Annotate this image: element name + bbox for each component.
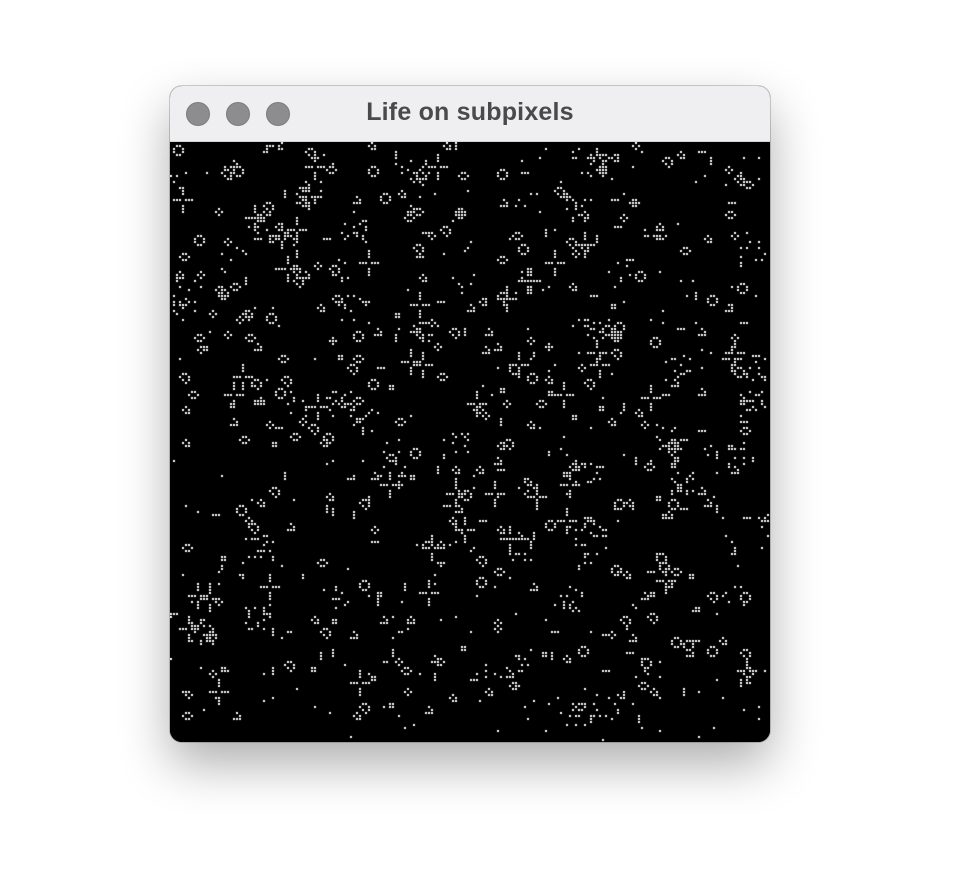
life-grid-canvas[interactable]: [170, 142, 770, 742]
app-window: Life on subpixels: [170, 86, 770, 742]
window-title: Life on subpixels: [366, 98, 574, 126]
life-grid-area[interactable]: [170, 142, 770, 742]
title-bar[interactable]: Life on subpixels: [170, 86, 770, 142]
